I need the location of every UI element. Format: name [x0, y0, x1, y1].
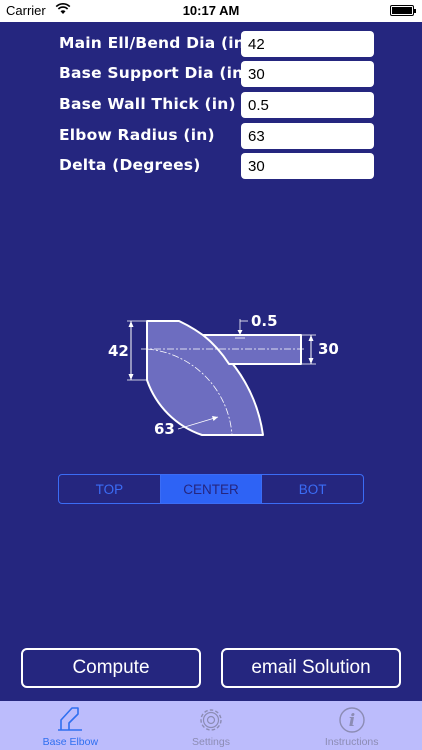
info-icon: i	[338, 707, 365, 733]
tab-instructions[interactable]: i Instructions	[281, 701, 422, 750]
segment-bot[interactable]: BOT	[262, 475, 363, 503]
gear-icon	[200, 709, 222, 731]
battery-icon	[390, 5, 416, 16]
tab-settings-label: Settings	[192, 736, 230, 748]
tab-base-elbow-label: Base Elbow	[42, 736, 99, 748]
tab-settings[interactable]: Settings	[141, 701, 282, 750]
elbow-radius-label: Elbow Radius (in)	[59, 126, 215, 144]
elbow-radius-input[interactable]	[241, 123, 374, 149]
segment-center[interactable]: CENTER	[160, 475, 263, 503]
tab-bar: Base Elbow Settings i Instructions	[0, 701, 422, 750]
segment-top[interactable]: TOP	[59, 475, 161, 503]
tab-instructions-label: Instructions	[324, 736, 379, 748]
field-row-delta: Delta (Degrees)	[0, 153, 422, 179]
radius-dim-label: 63	[154, 420, 175, 438]
support-dia-label: Base Support Dia (in)	[59, 64, 251, 82]
wall-thick-dim-label: 0.5	[251, 312, 278, 330]
email-solution-button[interactable]: email Solution	[221, 648, 401, 688]
field-row-main-dia: Main Ell/Bend Dia (in)	[0, 31, 422, 57]
support-dia-input[interactable]	[241, 61, 374, 87]
support-dia-dim-label: 30	[318, 340, 339, 358]
field-row-wall-thick: Base Wall Thick (in)	[0, 92, 422, 118]
wall-thick-input[interactable]	[241, 92, 374, 118]
main-dia-label: Main Ell/Bend Dia (in)	[59, 34, 253, 52]
compute-button[interactable]: Compute	[21, 648, 201, 688]
clock: 10:17 AM	[182, 3, 240, 18]
delta-label: Delta (Degrees)	[59, 156, 201, 174]
status-bar: Carrier 10:17 AM	[0, 0, 422, 22]
delta-input[interactable]	[241, 153, 374, 179]
field-row-elbow-radius: Elbow Radius (in)	[0, 123, 422, 149]
elbow-diagram: 42 30 0.5 63	[108, 312, 339, 438]
svg-text:i: i	[348, 711, 354, 731]
alignment-segmented-control: TOP CENTER BOT	[58, 474, 364, 504]
field-row-support-dia: Base Support Dia (in)	[0, 61, 422, 87]
main-dia-dim-label: 42	[108, 342, 129, 360]
wall-thick-label: Base Wall Thick (in)	[59, 95, 236, 113]
base-elbow-icon	[58, 707, 83, 731]
tab-base-elbow[interactable]: Base Elbow	[0, 701, 141, 750]
main-dia-input[interactable]	[241, 31, 374, 57]
